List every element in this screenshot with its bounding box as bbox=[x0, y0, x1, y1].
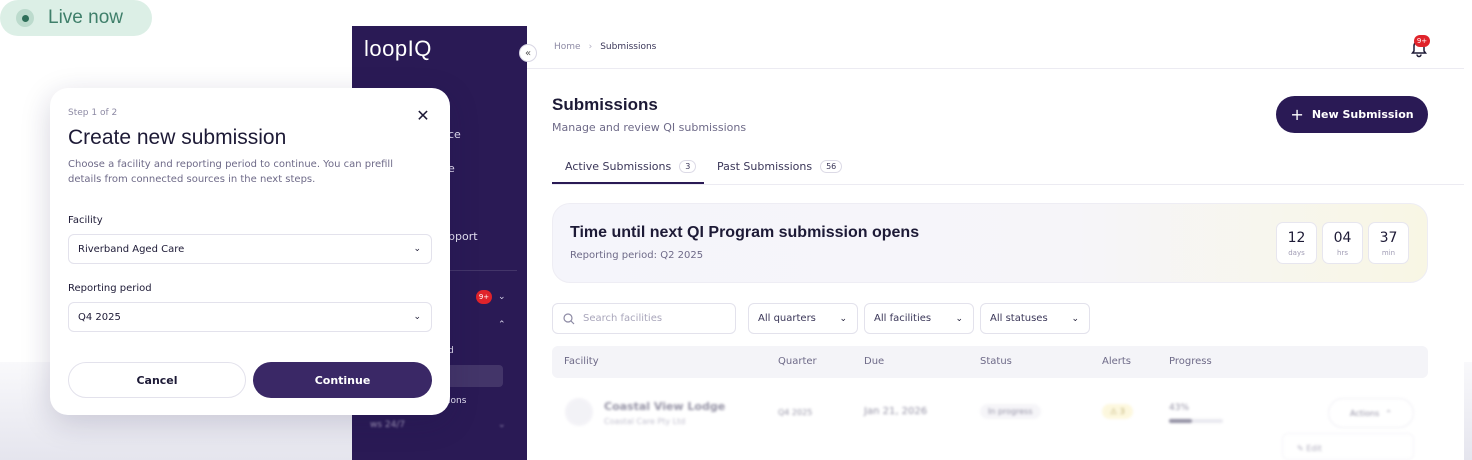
countdown-subtitle: Reporting period: Q2 2025 bbox=[570, 250, 704, 261]
tab-past-submissions[interactable]: Past Submissions 56 bbox=[717, 160, 843, 173]
collapse-icon: « bbox=[524, 47, 532, 59]
tab-count: 56 bbox=[820, 160, 843, 173]
app-logo: loopIQ bbox=[364, 36, 432, 61]
modal-title: Create new submission bbox=[68, 126, 287, 149]
chevron-up-icon[interactable]: ⌃ bbox=[498, 320, 506, 330]
countdown-unit: hrs bbox=[1337, 248, 1348, 257]
actions-menu-item-edit[interactable]: ✎ Edit bbox=[1282, 433, 1414, 460]
chevron-up-icon: ⌃ bbox=[1385, 408, 1392, 418]
facility-label: Facility bbox=[68, 215, 103, 226]
page-title: Submissions bbox=[552, 95, 658, 114]
progress-bar bbox=[1169, 419, 1223, 423]
tab-active-submissions[interactable]: Active Submissions 3 bbox=[565, 160, 697, 173]
countdown-hours: 04 hrs bbox=[1322, 222, 1363, 264]
app-stage: Live now loopIQ « ce e pport 9+ ⌄ ⌃ d io… bbox=[0, 0, 1472, 460]
modal-description: Choose a facility and reporting period t… bbox=[68, 159, 393, 185]
breadcrumb-separator: › bbox=[588, 42, 593, 52]
countdown-minutes: 37 min bbox=[1368, 222, 1409, 264]
actions-button[interactable]: Actions ⌃ bbox=[1328, 398, 1414, 428]
cancel-button[interactable]: Cancel bbox=[68, 362, 246, 398]
tab-count: 3 bbox=[679, 160, 697, 173]
create-submission-modal: Step 1 of 2 ✕ Create new submission Choo… bbox=[50, 88, 450, 415]
modal-step-indicator: Step 1 of 2 bbox=[68, 108, 118, 118]
tab-label: Past Submissions bbox=[717, 160, 813, 173]
collapse-sidebar-button[interactable]: « bbox=[519, 44, 537, 62]
status-filter-dropdown[interactable]: All statuses ⌄ bbox=[980, 303, 1090, 334]
new-submission-label: New Submission bbox=[1311, 108, 1414, 121]
alert-count: 3 bbox=[1119, 407, 1125, 416]
search-placeholder: Search facilities bbox=[583, 313, 663, 324]
search-icon bbox=[563, 312, 575, 324]
tab-label: Active Submissions bbox=[565, 160, 672, 173]
breadcrumb-current: Submissions bbox=[600, 42, 657, 52]
live-status-label: Live now bbox=[48, 7, 123, 28]
quarter-filter-dropdown[interactable]: All quarters ⌄ bbox=[748, 303, 858, 334]
progress-label: 43% bbox=[1169, 403, 1190, 413]
countdown-days: 12 days bbox=[1276, 222, 1317, 264]
search-input[interactable]: Search facilities bbox=[552, 303, 736, 334]
sidebar-subitem-fragment[interactable]: ions bbox=[448, 396, 466, 406]
column-header: Progress bbox=[1169, 356, 1212, 367]
reporting-period-label: Reporting period bbox=[68, 283, 152, 294]
chevron-down-icon: ⌄ bbox=[413, 312, 421, 322]
plus-icon: + bbox=[1290, 105, 1304, 124]
countdown-value: 04 bbox=[1333, 229, 1352, 246]
sidebar-help-item[interactable]: ws 24/7 bbox=[370, 420, 405, 430]
countdown-value: 12 bbox=[1287, 229, 1306, 246]
countdown-unit: days bbox=[1288, 248, 1305, 257]
facility-org: Coastal Care Pty Ltd bbox=[604, 417, 686, 426]
chevron-down-icon: ⌄ bbox=[839, 313, 847, 324]
page-subtitle: Manage and review QI submissions bbox=[552, 121, 747, 134]
chevron-down-icon: ⌄ bbox=[1071, 313, 1079, 324]
sidebar-item-fragment[interactable]: pport bbox=[448, 230, 478, 243]
breadcrumb: Home › Submissions bbox=[554, 42, 656, 52]
chevron-down-icon[interactable]: ⌄ bbox=[498, 420, 506, 430]
column-header: Alerts bbox=[1102, 356, 1132, 367]
progress-bar-fill bbox=[1169, 419, 1193, 423]
row-quarter: Q4 2025 bbox=[778, 408, 813, 417]
chevron-down-icon: ⌄ bbox=[955, 313, 963, 324]
header-divider bbox=[527, 68, 1464, 69]
dropdown-value: All quarters bbox=[758, 313, 816, 324]
actions-label: Actions bbox=[1350, 408, 1380, 418]
close-icon[interactable]: ✕ bbox=[414, 106, 432, 125]
facility-filter-dropdown[interactable]: All facilities ⌄ bbox=[864, 303, 974, 334]
facility-select[interactable]: Riverband Aged Care ⌄ bbox=[68, 234, 432, 264]
column-header: Status bbox=[980, 356, 1012, 367]
alert-badge: ⚠ 3 bbox=[1102, 404, 1133, 419]
facility-value: Riverband Aged Care bbox=[78, 243, 185, 255]
tabs-divider bbox=[552, 184, 1464, 185]
live-indicator-icon bbox=[16, 9, 34, 27]
row-due-date: Jan 21, 2026 bbox=[864, 406, 928, 417]
column-header: Facility bbox=[564, 356, 599, 367]
reporting-period-select[interactable]: Q4 2025 ⌄ bbox=[68, 302, 432, 332]
breadcrumb-home[interactable]: Home bbox=[554, 42, 581, 52]
menu-item-label: Edit bbox=[1306, 444, 1322, 453]
countdown-title: Time until next QI Program submission op… bbox=[570, 224, 920, 241]
edit-icon: ✎ bbox=[1297, 444, 1304, 453]
sidebar-notification-badge: 9+ bbox=[476, 290, 492, 304]
notification-badge: 9+ bbox=[1414, 35, 1430, 47]
live-status-pill: Live now bbox=[0, 0, 152, 36]
chevron-down-icon[interactable]: ⌄ bbox=[498, 292, 506, 302]
column-header: Quarter bbox=[778, 356, 817, 367]
status-badge: In progress bbox=[980, 404, 1041, 419]
continue-button[interactable]: Continue bbox=[253, 362, 432, 398]
dropdown-value: All facilities bbox=[874, 313, 932, 324]
new-submission-button[interactable]: + New Submission bbox=[1276, 96, 1428, 133]
facility-name: Coastal View Lodge bbox=[604, 400, 726, 413]
countdown-unit: min bbox=[1381, 248, 1396, 257]
column-header: Due bbox=[864, 356, 885, 367]
dropdown-value: All statuses bbox=[990, 313, 1048, 324]
countdown-value: 37 bbox=[1379, 229, 1398, 246]
chevron-down-icon: ⌄ bbox=[413, 244, 421, 254]
reporting-period-value: Q4 2025 bbox=[78, 311, 121, 323]
building-icon bbox=[565, 398, 593, 426]
sidebar-selected-item[interactable] bbox=[445, 365, 503, 387]
